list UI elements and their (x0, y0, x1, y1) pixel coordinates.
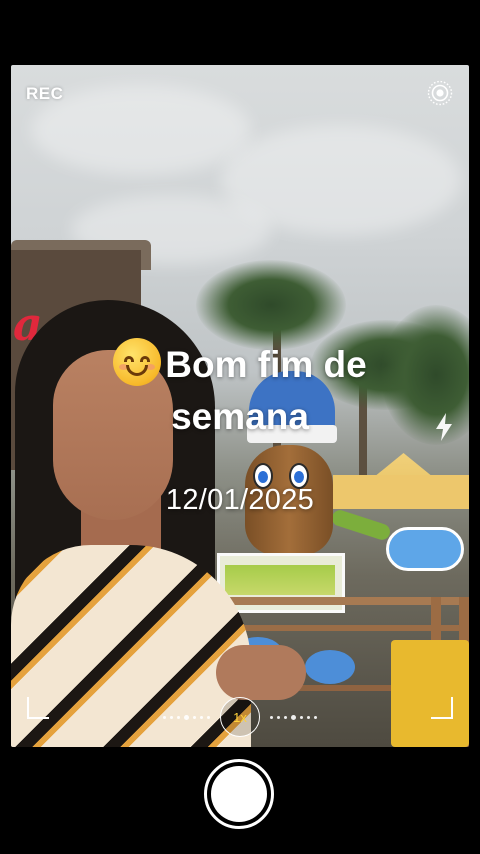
rec-indicator: REC (26, 84, 64, 103)
zoom-tick (207, 715, 210, 719)
mascot-pupil (258, 471, 268, 483)
mascot-foot (305, 650, 355, 684)
mascot-pupil (294, 471, 304, 483)
zoom-tick (170, 715, 173, 719)
caption-text-line1: Bom fim de (0, 338, 480, 386)
caption-line1-text: Bom fim de (165, 344, 367, 385)
date-stamp: 12/01/2025 (165, 484, 315, 516)
zoom-tick (284, 715, 287, 719)
zoom-tick (300, 715, 303, 719)
sky-cloud (31, 85, 251, 175)
zoom-tick (193, 715, 196, 719)
zoom-tick (307, 715, 310, 719)
smiling-face-emoji-icon (113, 338, 162, 386)
zoom-tick (314, 715, 317, 719)
zoom-tick (200, 715, 203, 719)
frame-corner-bottom-right (431, 697, 453, 719)
zoom-tick (177, 715, 180, 719)
zoom-selector[interactable]: 1x (150, 697, 330, 737)
live-photo-icon[interactable] (427, 80, 453, 106)
zoom-button[interactable]: 1x (220, 697, 260, 737)
mascot-hand (386, 527, 464, 571)
yellow-chair (391, 640, 469, 747)
caption-text-line2: semana (171, 396, 309, 437)
person-arm (216, 645, 306, 700)
palm-leaves (196, 260, 346, 350)
mascot-tray-fill (225, 565, 335, 595)
zoom-tick (291, 714, 296, 720)
zoom-tick (163, 715, 166, 719)
frame-corner-bottom-left (27, 697, 49, 719)
zoom-tick (184, 714, 189, 720)
zoom-tick (277, 715, 280, 719)
shutter-button-core[interactable] (211, 766, 267, 822)
zoom-tick (270, 715, 273, 719)
